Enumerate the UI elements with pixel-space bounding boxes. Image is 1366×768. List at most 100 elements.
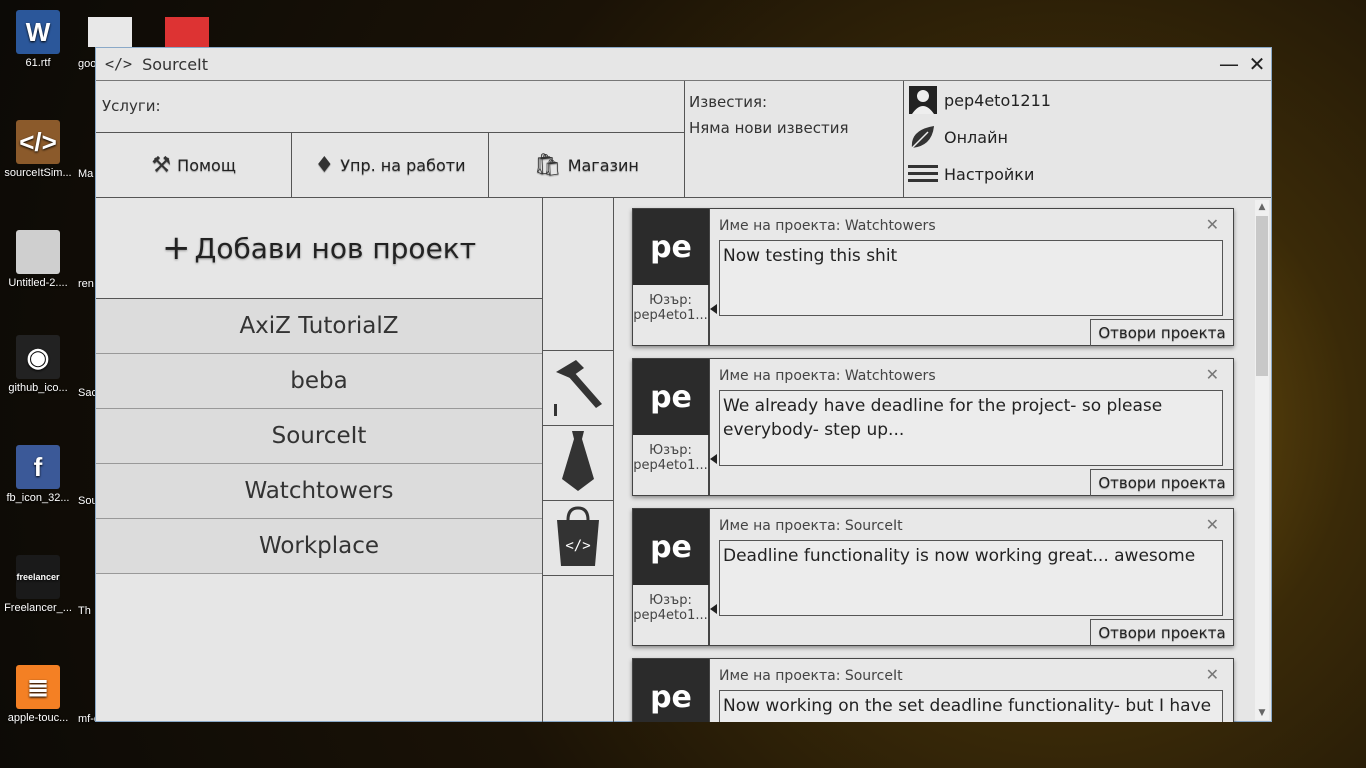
desktop-icon-label[interactable]: Th	[78, 605, 96, 617]
settings-row[interactable]: Настройки	[908, 159, 1034, 189]
hammer-icon	[550, 354, 606, 422]
minimize-button[interactable]: —	[1215, 52, 1243, 76]
user-name: pep4eto1...	[633, 308, 708, 323]
close-icon[interactable]: ✕	[1206, 515, 1219, 534]
desktop-icon[interactable]: ◉ github_ico...	[3, 335, 73, 394]
message-text: Now testing this shit	[719, 240, 1223, 316]
project-list: AxiZ TutorialZ beba SourceIt Watchtowers Wor…	[96, 299, 542, 574]
divider	[709, 359, 710, 495]
desktop-icon-label: 61.rtf	[25, 57, 51, 69]
status-text: Онлайн	[944, 127, 1008, 147]
divider	[709, 509, 710, 645]
file-icon: W	[16, 10, 60, 54]
help-button-label: Помощ	[177, 156, 236, 175]
desktop-icon[interactable]: ≣ apple-touc...	[3, 665, 73, 724]
notifications-panel: Известия: Няма нови известия	[685, 81, 904, 197]
desktop-icon-label[interactable]: mf-do-the-...	[78, 713, 96, 725]
avatar: pe	[633, 509, 709, 585]
desktop-icon-label[interactable]: ren	[78, 278, 96, 290]
open-project-button[interactable]: Отвори проекта	[1090, 619, 1233, 646]
feed-card: peЮзър:pep4eto1...Име на проекта: Source…	[632, 658, 1234, 722]
feed-card: peЮзър:pep4eto1...Име на проекта: Source…	[632, 508, 1234, 646]
message-text: We already have deadline for the project…	[719, 390, 1223, 466]
desktop-icon-label: Untitled-2....	[8, 277, 68, 289]
project-item[interactable]: AxiZ TutorialZ	[96, 299, 542, 354]
shop-tool-button[interactable]: </>	[543, 501, 613, 576]
file-icon: </>	[16, 120, 60, 164]
project-item[interactable]: SourceIt	[96, 409, 542, 464]
file-icon: f	[16, 445, 60, 489]
settings-text: Настройки	[944, 164, 1035, 184]
file-icon	[16, 230, 60, 274]
card-user: Юзър: pep4eto1...	[633, 585, 709, 645]
open-project-button[interactable]: Отвори проекта	[1090, 319, 1233, 346]
desktop-icon-label: github_ico...	[8, 382, 68, 394]
desktop-icon[interactable]: f fb_icon_32...	[3, 445, 73, 504]
avatar: pe	[633, 659, 709, 722]
shopping-bag-icon: </>	[553, 504, 603, 572]
scroll-thumb[interactable]	[1256, 216, 1268, 376]
project-name: Име на проекта: SourceIt	[719, 668, 903, 684]
menu-icon	[908, 159, 938, 189]
project-name: Име на проекта: Watchtowers	[719, 368, 936, 384]
project-item[interactable]: Workplace	[96, 519, 542, 574]
pointer-icon	[710, 304, 717, 314]
desktop-icon-label[interactable]: goo	[78, 58, 96, 70]
divider	[709, 659, 710, 722]
scroll-up-icon[interactable]: ▲	[1255, 200, 1269, 214]
job-management-label: Упр. на работи	[340, 156, 466, 175]
tie-icon: ♦	[314, 153, 335, 178]
user-row[interactable]: pep4eto1211	[908, 85, 1051, 115]
services-label: Услуги:	[102, 97, 161, 115]
add-project-button[interactable]: + Добави нов проект	[96, 198, 542, 299]
desktop-thumbnail[interactable]	[88, 17, 132, 47]
card-user: Юзър: pep4eto1...	[633, 435, 709, 495]
feed-scrollbar[interactable]: ▲ ▼	[1255, 200, 1269, 720]
status-row[interactable]: Онлайн	[908, 122, 1008, 152]
close-icon[interactable]: ✕	[1206, 215, 1219, 234]
user-name: pep4eto1...	[633, 458, 708, 473]
title-bar[interactable]: </> SourceIt — ✕	[96, 48, 1271, 81]
window-title: SourceIt	[142, 54, 209, 74]
activity-feed: pe Юзър: pep4eto1... Име на проекта: Watcht…	[614, 198, 1271, 722]
plus-icon: +	[161, 228, 191, 268]
close-icon[interactable]: ✕	[1206, 665, 1219, 684]
close-icon[interactable]: ✕	[1206, 365, 1219, 384]
desktop-icon-label[interactable]: Sac	[78, 387, 96, 399]
desktop-icon[interactable]: Untitled-2....	[3, 230, 73, 289]
tool-strip: </>	[543, 198, 614, 722]
help-tool-button[interactable]	[543, 351, 613, 426]
avatar: pe	[633, 359, 709, 435]
services-panel: Услуги: ⚒ Помощ ♦ Упр. на работи 🛍 Магаз…	[96, 81, 685, 198]
project-item[interactable]: Watchtowers	[96, 464, 542, 519]
close-button[interactable]: ✕	[1243, 52, 1271, 76]
avatar-icon	[908, 85, 938, 115]
divider	[709, 209, 710, 345]
job-management-button[interactable]: ♦ Упр. на работи	[292, 133, 489, 198]
user-label: Юзър:	[649, 443, 692, 458]
desktop-icon[interactable]: freelancer Freelancer_...	[3, 555, 73, 614]
desktop-icon-label: sourceItSim...	[4, 167, 72, 179]
shop-button[interactable]: 🛍 Магазин	[489, 133, 684, 198]
pointer-icon	[710, 454, 717, 464]
tie-icon	[558, 429, 598, 497]
hammer-icon: ⚒	[151, 153, 172, 178]
help-button[interactable]: ⚒ Помощ	[96, 133, 293, 198]
file-icon: ≣	[16, 665, 60, 709]
desktop-icon-label: fb_icon_32...	[6, 492, 70, 504]
scroll-down-icon[interactable]: ▼	[1255, 706, 1269, 720]
project-item[interactable]: beba	[96, 354, 542, 409]
desktop-thumbnail[interactable]	[165, 17, 209, 47]
username: pep4eto1211	[944, 90, 1051, 110]
desktop-icon-label[interactable]: Ma	[78, 168, 96, 180]
card-user: Юзър: pep4eto1...	[633, 285, 709, 345]
desktop-icon-label[interactable]: Sou	[78, 495, 96, 507]
desktop-icon[interactable]: </> sourceItSim...	[3, 120, 73, 179]
open-project-button[interactable]: Отвори проекта	[1090, 469, 1233, 496]
project-name: Име на проекта: Watchtowers	[719, 218, 936, 234]
desktop-icon[interactable]: W 61.rtf	[3, 10, 73, 69]
feed-card: pe Юзър: pep4eto1... Име на проекта: Watcht…	[632, 358, 1234, 496]
job-tool-button[interactable]	[543, 426, 613, 501]
notifications-text: Няма нови известия	[689, 119, 849, 137]
projects-panel: + Добави нов проект AxiZ TutorialZ beba So…	[96, 198, 543, 722]
